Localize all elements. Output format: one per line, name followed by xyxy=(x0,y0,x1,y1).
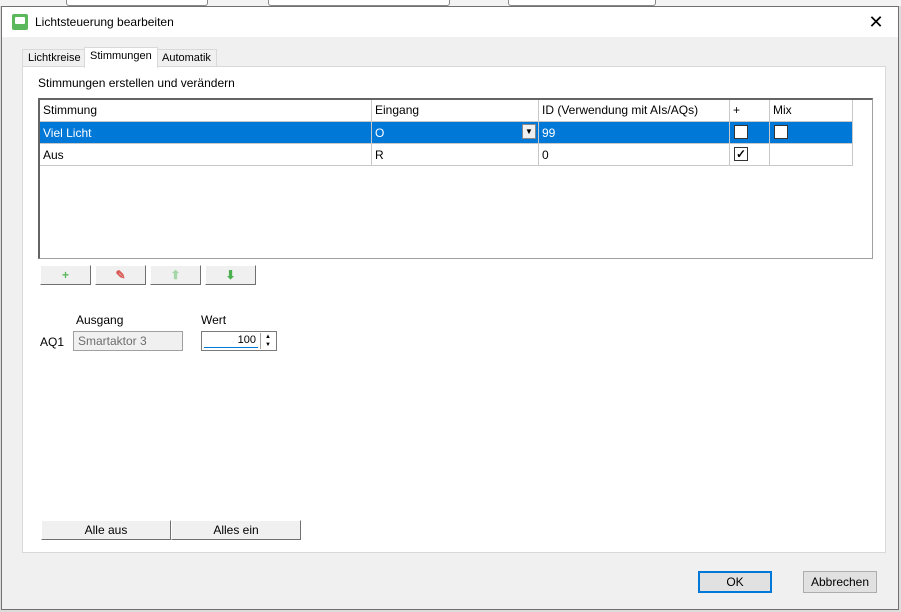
cell-plus[interactable]: ✓ xyxy=(730,122,770,144)
cell-mix[interactable] xyxy=(770,122,853,144)
cell-eingang[interactable]: O ▼ xyxy=(372,122,539,144)
add-row-button[interactable]: + xyxy=(40,265,91,285)
stimmungen-grid[interactable]: Stimmung Eingang ID (Verwendung mit AIs/… xyxy=(38,98,873,259)
arrow-down-icon: ⬇ xyxy=(225,268,236,282)
tab-automatik[interactable]: Automatik xyxy=(156,49,217,66)
tab-lichtkreise[interactable]: Lichtkreise xyxy=(22,49,87,66)
spin-up-icon[interactable]: ▲ xyxy=(261,333,275,341)
app-icon xyxy=(12,14,28,30)
window-title: Lichtsteuerung bearbeiten xyxy=(35,15,174,29)
ok-button[interactable]: OK xyxy=(698,571,772,593)
tab-stimmungen[interactable]: Stimmungen xyxy=(84,47,158,68)
column-header-id[interactable]: ID (Verwendung mit AIs/AQs) xyxy=(539,100,730,122)
cell-plus[interactable]: ✓ xyxy=(730,144,770,166)
cell-id[interactable]: 99 xyxy=(539,122,730,144)
tab-panel-stimmungen: Stimmungen erstellen und verändern Stimm… xyxy=(22,66,886,553)
plus-icon: + xyxy=(61,268,69,282)
cancel-button[interactable]: Abbrechen xyxy=(803,571,877,593)
spin-down-icon[interactable]: ▼ xyxy=(261,341,275,349)
arrow-up-icon: ⬆ xyxy=(170,268,181,282)
ausgang-label: Ausgang xyxy=(76,313,124,327)
eraser-icon: ✎ xyxy=(115,268,126,282)
alles-ein-button[interactable]: Alles ein xyxy=(171,520,301,540)
plus-checkbox[interactable]: ✓ xyxy=(734,125,748,139)
panel-heading: Stimmungen erstellen und verändern xyxy=(38,76,235,90)
wert-stepper[interactable]: 100 ▲ ▼ xyxy=(201,331,277,351)
chevron-down-icon[interactable]: ▼ xyxy=(522,124,536,139)
wert-label: Wert xyxy=(201,313,227,327)
mix-checkbox[interactable] xyxy=(774,125,788,139)
move-down-button[interactable]: ⬇ xyxy=(205,265,256,285)
close-button[interactable]: ✕ xyxy=(854,7,898,37)
wert-value: 100 xyxy=(237,334,256,346)
column-header-plus[interactable]: + xyxy=(730,100,770,122)
move-up-button[interactable]: ⬆ xyxy=(150,265,201,285)
cell-stimmung[interactable]: Aus xyxy=(40,144,372,166)
dialog-window: Lichtsteuerung bearbeiten ✕ Lichtkreise … xyxy=(1,6,899,610)
alle-aus-button[interactable]: Alle aus xyxy=(41,520,171,540)
output-row-label: AQ1 xyxy=(40,335,65,349)
cell-mix[interactable] xyxy=(770,144,853,166)
cell-eingang-value: O xyxy=(375,126,385,140)
delete-row-button[interactable]: ✎ xyxy=(95,265,146,285)
ausgang-field[interactable]: Smartaktor 3 xyxy=(73,331,183,351)
cell-id[interactable]: 0 xyxy=(539,144,730,166)
title-bar: Lichtsteuerung bearbeiten ✕ xyxy=(2,7,898,37)
spin-buttons[interactable]: ▲ ▼ xyxy=(260,333,275,349)
column-header-stimmung[interactable]: Stimmung xyxy=(40,100,372,122)
cell-eingang[interactable]: R xyxy=(372,144,539,166)
plus-checkbox[interactable]: ✓ xyxy=(734,147,748,161)
cell-stimmung[interactable]: Viel Licht xyxy=(40,122,372,144)
column-header-mix[interactable]: Mix xyxy=(770,100,853,122)
column-header-eingang[interactable]: Eingang xyxy=(372,100,539,122)
